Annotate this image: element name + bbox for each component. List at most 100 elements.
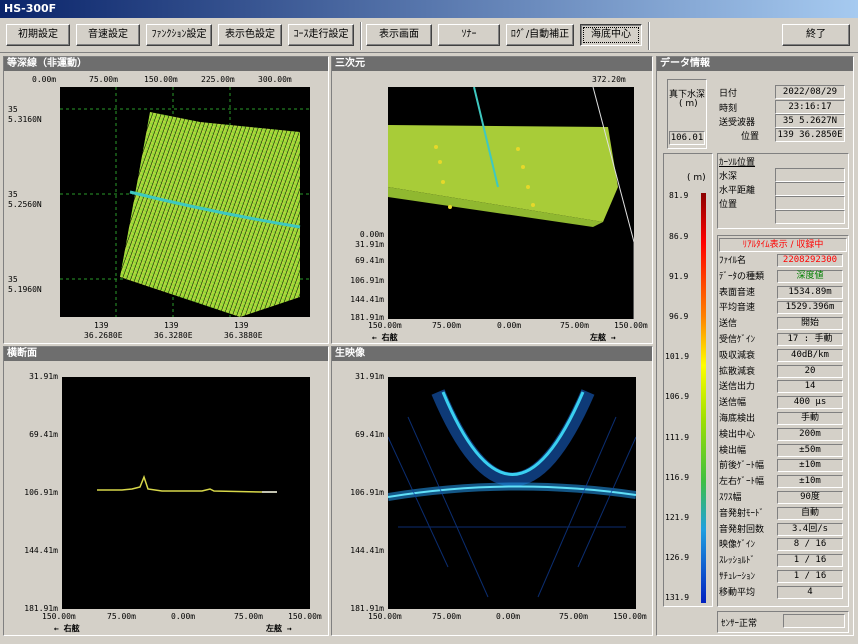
raw-image-graphic	[388, 389, 636, 598]
scale-tick: 131.9	[665, 593, 690, 602]
status-row-label: 移動平均	[719, 587, 756, 598]
status-row-value: 1 / 16	[777, 570, 843, 583]
status-row-value: 8 / 16	[777, 538, 843, 552]
status-row: ﾌｧｲﾙ名 2208292300	[719, 254, 847, 268]
depth-unit: ( m)	[679, 99, 698, 109]
sonar-button[interactable]: ｿﾅｰ	[438, 24, 500, 46]
three-d-x-tick: 0.00m	[497, 321, 522, 330]
exit-button[interactable]: 終了	[782, 24, 850, 46]
date-value: 2022/08/29	[775, 85, 845, 99]
status-row: 映像ｹﾞｲﾝ 8 / 16	[719, 538, 847, 552]
contour-map-graphic	[60, 87, 310, 317]
status-row: 検出幅 ±50m	[719, 443, 847, 458]
three-d-view[interactable]	[388, 87, 634, 319]
three-d-y-tick: 69.41m	[355, 256, 384, 265]
cross-y-tick: 106.91m	[24, 488, 58, 497]
sensor-indicator	[783, 614, 845, 628]
contour-top-tick: 0.00m	[32, 75, 57, 84]
starboard-label: ← 右舷	[54, 624, 80, 633]
status-row-label: 平均音速	[719, 303, 756, 314]
log-auto-correct-button[interactable]: ﾛｸﾞ/自動補正	[506, 24, 574, 46]
raw-image-panel-title: 生映像	[332, 347, 652, 361]
status-row: 受信ｹﾞｲﾝ 17 : 手動	[719, 333, 847, 347]
cursor-distance-label: 水平距離	[719, 186, 756, 196]
status-row-label: ﾃﾞｰﾀの種類	[719, 271, 765, 282]
status-row-value: 自動	[777, 506, 843, 520]
port-label: 左舷 →	[590, 333, 616, 342]
status-row-value: ±50m	[777, 443, 843, 457]
status-row-value: 深度値	[777, 269, 843, 283]
raw-image-panel: 生映像 31.91m 69.41m 106.91m 144.41m 181.91…	[331, 346, 653, 636]
display-screen-button[interactable]: 表示画面	[366, 24, 432, 46]
status-row: 検出中心 200m	[719, 427, 847, 442]
function-settings-button[interactable]: ﾌｧﾝｸｼｮﾝ設定	[146, 24, 212, 46]
cursor-depth-value	[775, 168, 845, 182]
cross-x-tick: 75.00m	[234, 612, 263, 621]
raw-x-tick: 150.00m	[368, 612, 402, 621]
starboard-label: ← 右舷	[372, 333, 398, 342]
sound-speed-button[interactable]: 音速設定	[76, 24, 140, 46]
cursor-position-label: 位置	[719, 200, 738, 210]
status-row-value: 14	[777, 380, 843, 394]
raw-image-view[interactable]	[388, 377, 636, 609]
raw-y-tick: 31.91m	[355, 372, 384, 381]
raw-x-tick: 75.00m	[559, 612, 588, 621]
cursor-title: ｶｰｿﾙ位置	[719, 158, 756, 168]
status-row-value: 開始	[777, 317, 843, 331]
course-settings-button[interactable]: ｺｰｽ走行設定	[288, 24, 354, 46]
contour-x-label: 36.2680E	[84, 331, 123, 340]
status-row-value: 4	[777, 585, 843, 599]
contour-top-tick: 75.00m	[89, 75, 118, 84]
contour-y-label: 5.3160N	[8, 115, 42, 124]
cross-x-tick: 0.00m	[171, 612, 196, 621]
toolbar: 初期設定 音速設定 ﾌｧﾝｸｼｮﾝ設定 表示色設定 ｺｰｽ走行設定 表示画面 ｿ…	[0, 19, 858, 53]
three-d-x-tick: 75.00m	[560, 321, 589, 330]
seabed-center-button[interactable]: 海底中心	[580, 24, 642, 46]
raw-y-tick: 69.41m	[355, 430, 384, 439]
contour-x-label: 139	[94, 321, 109, 330]
status-row-value: 1534.89m	[777, 285, 843, 299]
status-row-value: 1 / 16	[777, 554, 843, 568]
initial-settings-button[interactable]: 初期設定	[6, 24, 70, 46]
contour-y-label: 35	[8, 105, 18, 114]
scale-tick: 106.9	[665, 392, 690, 401]
cursor-position-value2	[775, 210, 845, 224]
status-row-label: ｻﾁｭﾚｰｼｮﾝ	[719, 572, 756, 582]
time-label: 時刻	[719, 104, 738, 114]
status-row-label: 海底検出	[719, 414, 756, 424]
cross-x-tick: 150.00m	[288, 612, 322, 621]
status-row: 吸収減衰 40dB/km	[719, 348, 847, 363]
status-row-value: 17 : 手動	[777, 333, 843, 346]
raw-y-tick: 144.41m	[350, 546, 384, 555]
status-row: 送信出力 14	[719, 380, 847, 394]
three-d-y-tick: 144.41m	[350, 295, 384, 304]
three-d-y-tick: 31.91m	[355, 240, 384, 249]
status-row-label: ﾌｧｲﾙ名	[719, 256, 747, 266]
scale-unit: ( m)	[687, 173, 706, 183]
status-row-label: 表面音速	[719, 287, 756, 298]
three-d-panel: 三次元 372.20m 0.00m 31.91m 69.41m 106.91m …	[331, 56, 653, 344]
contour-map[interactable]	[60, 87, 310, 317]
status-row-label: 送信幅	[719, 398, 747, 409]
status-row-value: 手動	[777, 412, 843, 425]
transducer-lat: 35 5.2627N	[775, 114, 845, 128]
cross-section-panel-title: 横断面	[4, 347, 328, 361]
status-header: ﾘｱﾙﾀｲﾑ表示 / 収録中	[719, 238, 847, 252]
status-row-label: 送信出力	[719, 382, 756, 393]
scale-tick: 81.9	[669, 191, 689, 200]
date-label: 日付	[719, 89, 738, 99]
status-row: 左右ｹﾞｰﾄ幅 ±10m	[719, 475, 847, 489]
status-row: ﾃﾞｰﾀの種類 深度値	[719, 269, 847, 284]
status-row: ｽﾚｯｼｮﾙﾄﾞ 1 / 16	[719, 554, 847, 568]
cross-x-tick: 150.00m	[42, 612, 76, 621]
contour-y-label: 5.1960N	[8, 285, 42, 294]
cross-y-tick: 69.41m	[29, 430, 58, 439]
raw-x-tick: 0.00m	[496, 612, 521, 621]
color-settings-button[interactable]: 表示色設定	[218, 24, 282, 46]
scale-tick: 96.9	[669, 312, 689, 321]
cross-section-view[interactable]	[62, 377, 310, 609]
status-row-label: 音発射回数	[719, 524, 765, 535]
port-label: 左舷 →	[266, 624, 292, 633]
status-row-value: 90度	[777, 491, 843, 504]
sensor-status: ｾﾝｻｰ正常	[721, 619, 758, 629]
